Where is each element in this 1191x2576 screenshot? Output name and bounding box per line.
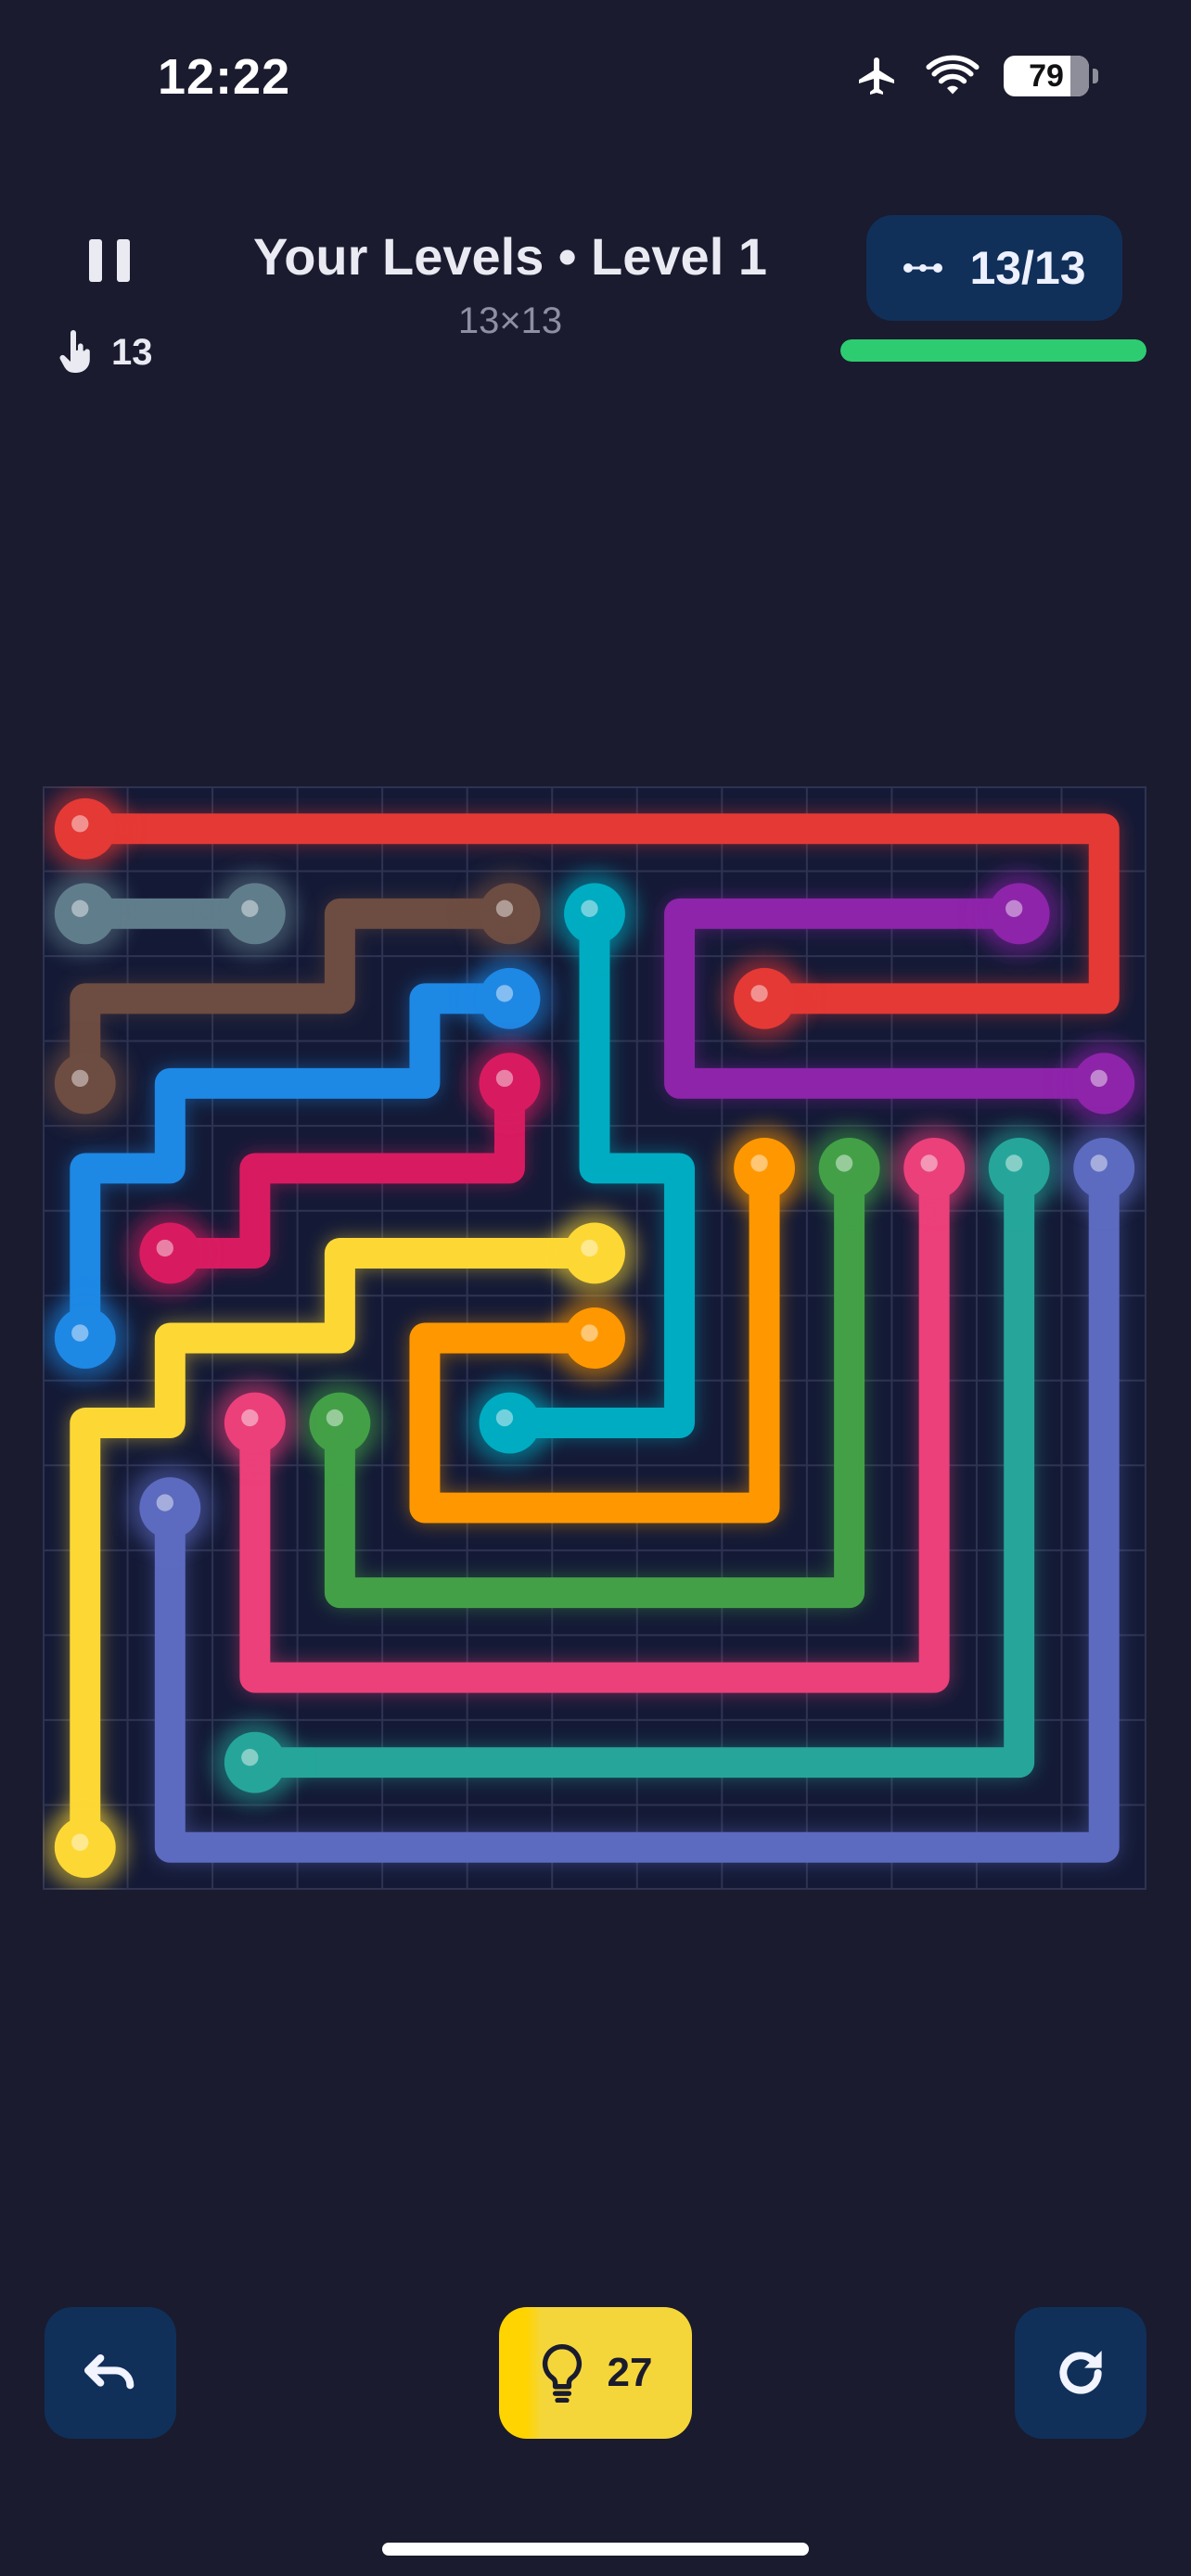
lightbulb-icon: [542, 2343, 582, 2403]
undo-icon: [84, 2354, 134, 2390]
undo-button[interactable]: [45, 2307, 176, 2439]
level-title: Your Levels • Level 1: [253, 227, 767, 286]
restart-button[interactable]: [1015, 2307, 1146, 2439]
moves-counter: 13: [58, 330, 153, 375]
restart-icon: [1059, 2351, 1102, 2394]
battery-level: 79: [1029, 57, 1064, 94]
flows-icon: [903, 263, 943, 273]
moves-count: 13: [111, 331, 153, 373]
battery-icon: 79: [1004, 56, 1098, 96]
pause-button[interactable]: [89, 239, 130, 282]
status-icons: 79: [853, 54, 1098, 98]
flows-counter: 13/13: [866, 215, 1122, 321]
tap-icon: [59, 330, 90, 373]
status-time: 12:22: [158, 49, 291, 105]
airplane-icon: [859, 57, 894, 95]
home-indicator[interactable]: [382, 2543, 809, 2556]
hint-button[interactable]: 27: [499, 2307, 692, 2439]
hint-count: 27: [607, 2350, 653, 2395]
grid-size-label: 13×13: [457, 300, 563, 341]
progress-fill: [840, 339, 1146, 362]
puzzle-board[interactable]: [43, 786, 1146, 1890]
progress-bar: [840, 339, 1146, 362]
wifi-icon: [926, 55, 980, 95]
flows-count: 13/13: [969, 242, 1086, 294]
pause-icon: [89, 239, 102, 282]
